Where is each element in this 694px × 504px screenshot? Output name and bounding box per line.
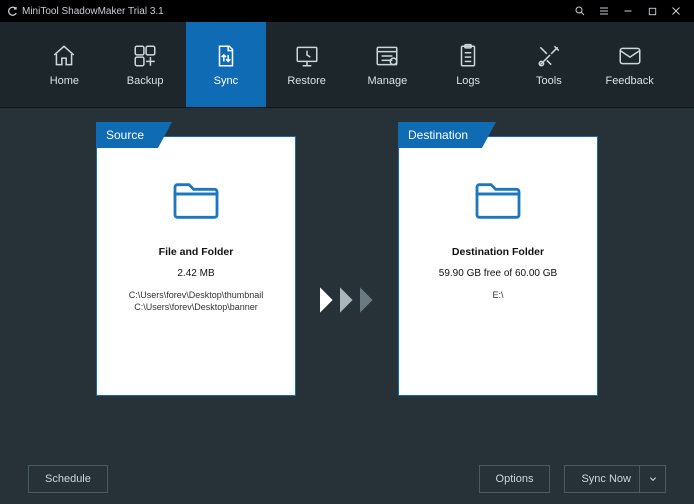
destination-panel: Destination Destination Folder 59.90 GB …	[398, 136, 598, 396]
nav-label: Home	[50, 75, 79, 87]
sync-now-label: Sync Now	[581, 473, 631, 485]
feedback-icon	[617, 43, 643, 69]
destination-card[interactable]: Destination Folder 59.90 GB free of 60.0…	[398, 136, 598, 396]
destination-free: 59.90 GB free of 60.00 GB	[439, 268, 557, 279]
nav-sync[interactable]: Sync	[186, 22, 267, 107]
destination-heading: Destination Folder	[452, 246, 544, 258]
nav-label: Tools	[536, 75, 562, 87]
sync-now-button[interactable]: Sync Now	[564, 465, 666, 493]
close-button[interactable]	[664, 0, 688, 22]
direction-arrows-icon	[318, 286, 376, 314]
nav-logs[interactable]: Logs	[428, 22, 509, 107]
schedule-button[interactable]: Schedule	[28, 465, 108, 493]
app-title: MiniTool ShadowMaker Trial 3.1	[22, 6, 568, 17]
source-path-1: C:\Users\forev\Desktop\thumbnail	[129, 289, 264, 301]
nav-label: Logs	[456, 75, 480, 87]
menu-icon[interactable]	[592, 0, 616, 22]
tools-icon	[536, 43, 562, 69]
options-button[interactable]: Options	[479, 465, 551, 493]
home-icon	[51, 43, 77, 69]
logs-icon	[455, 43, 481, 69]
sync-workarea: Source File and Folder 2.42 MB C:\Users\…	[0, 108, 694, 454]
maximize-button[interactable]	[640, 0, 664, 22]
nav-label: Feedback	[605, 75, 653, 87]
nav-home[interactable]: Home	[24, 22, 105, 107]
nav-label: Sync	[214, 75, 238, 87]
nav-label: Backup	[127, 75, 164, 87]
titlebar: MiniTool ShadowMaker Trial 3.1	[0, 0, 694, 22]
nav-restore[interactable]: Restore	[266, 22, 347, 107]
window-controls	[568, 0, 688, 22]
app-logo-icon	[6, 5, 18, 17]
restore-icon	[294, 43, 320, 69]
nav-tools[interactable]: Tools	[509, 22, 590, 107]
destination-path: E:\	[492, 289, 503, 301]
nav-backup[interactable]: Backup	[105, 22, 186, 107]
folder-icon	[161, 173, 231, 232]
sync-now-dropdown[interactable]	[639, 466, 665, 492]
nav-feedback[interactable]: Feedback	[589, 22, 670, 107]
source-size: 2.42 MB	[177, 268, 214, 279]
search-icon[interactable]	[568, 0, 592, 22]
minimize-button[interactable]	[616, 0, 640, 22]
manage-icon	[374, 43, 400, 69]
source-path-2: C:\Users\forev\Desktop\banner	[129, 301, 264, 313]
folder-icon	[463, 173, 533, 232]
chevron-down-icon	[649, 475, 657, 483]
nav-manage[interactable]: Manage	[347, 22, 428, 107]
source-tab-label: Source	[96, 122, 158, 148]
backup-icon	[132, 43, 158, 69]
footer-bar: Schedule Options Sync Now	[0, 454, 694, 504]
sync-icon	[213, 43, 239, 69]
nav-label: Restore	[287, 75, 326, 87]
nav-label: Manage	[367, 75, 407, 87]
source-heading: File and Folder	[159, 246, 234, 258]
destination-tab-label: Destination	[398, 122, 482, 148]
source-card[interactable]: File and Folder 2.42 MB C:\Users\forev\D…	[96, 136, 296, 396]
source-paths: C:\Users\forev\Desktop\thumbnail C:\User…	[129, 289, 264, 313]
main-nav: Home Backup Sync Restore Manage Logs T	[0, 22, 694, 108]
source-panel: Source File and Folder 2.42 MB C:\Users\…	[96, 136, 296, 396]
